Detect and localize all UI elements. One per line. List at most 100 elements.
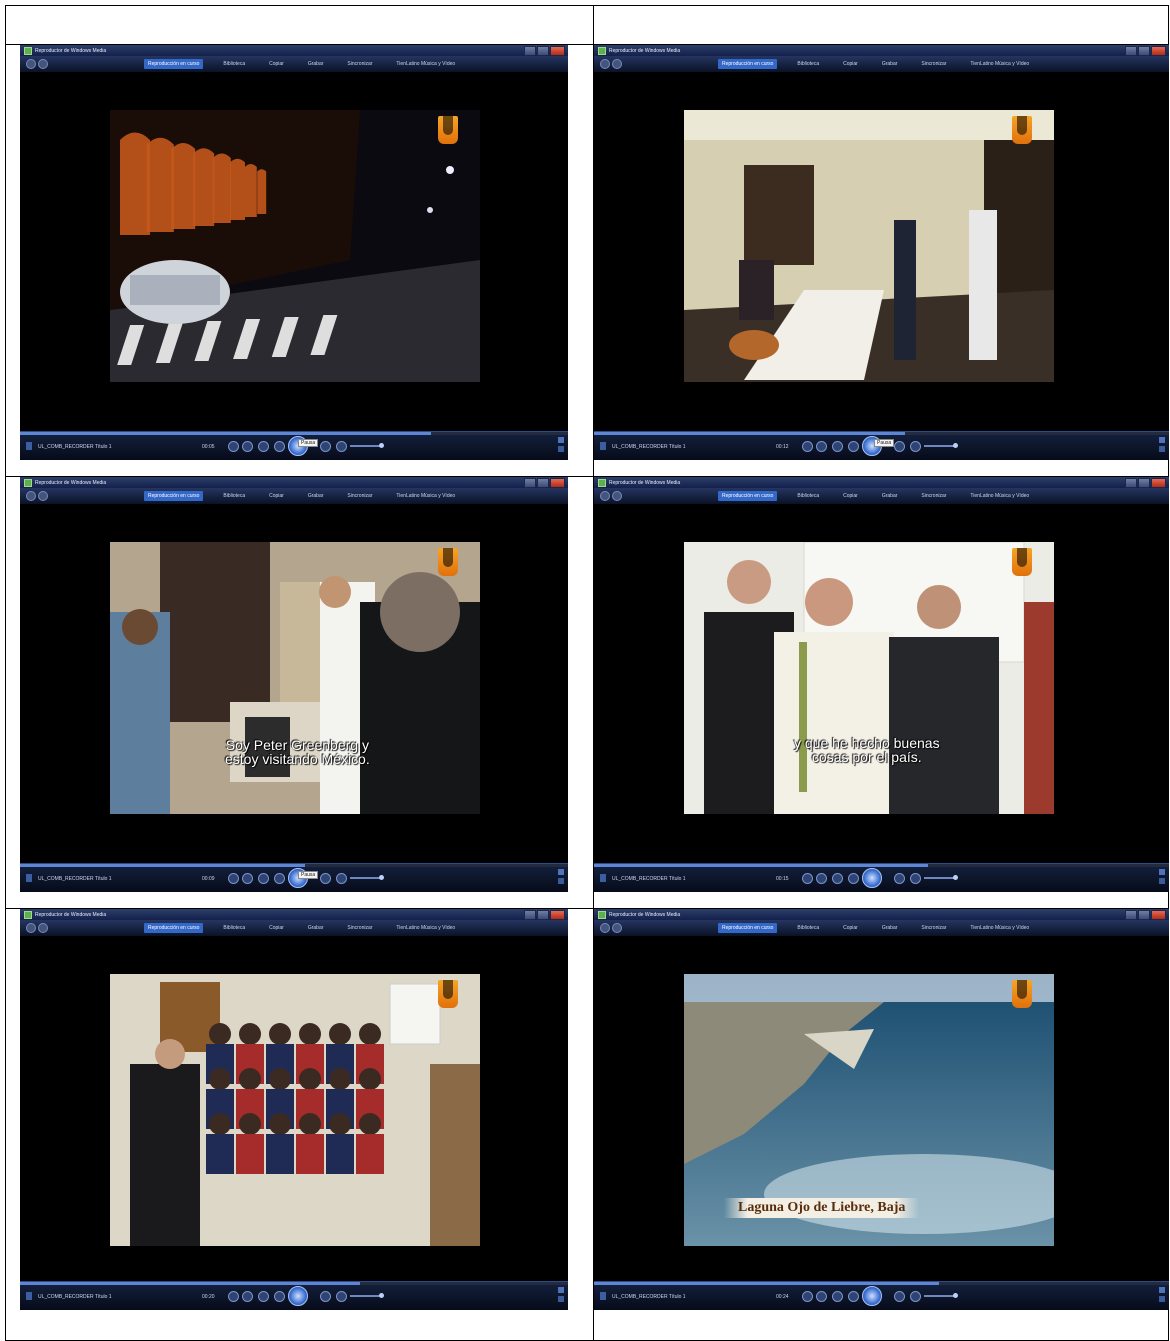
tab-4[interactable]: Sincronizar [343,923,376,933]
fullscreen-icon[interactable] [558,437,564,443]
seek-bar[interactable] [594,432,1169,435]
stop-icon[interactable] [832,441,843,452]
shuffle-icon[interactable] [228,1291,239,1302]
back-arrow-icon[interactable] [600,491,610,501]
stop-icon[interactable] [258,873,269,884]
maximize-button[interactable] [1138,46,1150,56]
tab-1[interactable]: Biblioteca [793,59,823,69]
compact-mode-icon[interactable] [558,446,564,452]
close-button[interactable] [1151,478,1166,488]
tab-0[interactable]: Reproducción en curso [718,59,778,69]
seek-bar[interactable] [594,864,1169,867]
video-area[interactable]: y que he hecho buenas cosas por el país. [594,504,1169,864]
maximize-button[interactable] [537,46,549,56]
video-area[interactable]: Laguna Ojo de Liebre, Baja [594,936,1169,1282]
compact-mode-icon[interactable] [1159,446,1165,452]
next-icon[interactable] [894,441,905,452]
minimize-button[interactable] [524,910,536,920]
maximize-button[interactable] [1138,478,1150,488]
tab-2[interactable]: Copiar [265,59,288,69]
next-icon[interactable] [320,441,331,452]
tab-2[interactable]: Copiar [265,491,288,501]
tab-3[interactable]: Grabar [878,59,902,69]
tab-5[interactable]: TienLatino Música y Vídeo [392,59,459,69]
previous-icon[interactable] [274,1291,285,1302]
compact-mode-icon[interactable] [1159,878,1165,884]
switch-to-library-icon[interactable] [26,1292,32,1300]
mute-icon[interactable] [336,873,347,884]
seek-bar[interactable] [20,432,568,435]
volume-slider[interactable] [350,443,384,448]
stop-icon[interactable] [258,1291,269,1302]
switch-to-library-icon[interactable] [600,1292,606,1300]
compact-mode-icon[interactable] [1159,1296,1165,1302]
tab-5[interactable]: TienLatino Música y Vídeo [966,59,1033,69]
stop-icon[interactable] [258,441,269,452]
close-button[interactable] [1151,46,1166,56]
tab-1[interactable]: Biblioteca [219,923,249,933]
minimize-button[interactable] [1125,910,1137,920]
minimize-button[interactable] [1125,46,1137,56]
forward-arrow-icon[interactable] [612,59,622,69]
tab-2[interactable]: Copiar [839,59,862,69]
volume-slider[interactable] [350,875,384,880]
next-icon[interactable] [894,1291,905,1302]
tab-0[interactable]: Reproducción en curso [144,923,204,933]
tab-3[interactable]: Grabar [304,59,328,69]
tab-4[interactable]: Sincronizar [917,923,950,933]
pause-button[interactable] [288,1286,308,1306]
stop-icon[interactable] [832,1291,843,1302]
minimize-button[interactable] [524,478,536,488]
tab-3[interactable]: Grabar [304,923,328,933]
close-button[interactable] [550,910,565,920]
tab-5[interactable]: TienLatino Música y Vídeo [392,923,459,933]
video-area[interactable] [594,72,1169,432]
seek-bar[interactable] [594,1282,1169,1285]
volume-knob[interactable] [379,1293,384,1298]
tab-1[interactable]: Biblioteca [793,491,823,501]
maximize-button[interactable] [537,478,549,488]
tab-4[interactable]: Sincronizar [343,491,376,501]
shuffle-icon[interactable] [228,441,239,452]
volume-knob[interactable] [379,875,384,880]
repeat-icon[interactable] [816,441,827,452]
close-button[interactable] [1151,910,1166,920]
shuffle-icon[interactable] [802,441,813,452]
repeat-icon[interactable] [242,873,253,884]
pause-button[interactable] [862,1286,882,1306]
compact-mode-icon[interactable] [558,1296,564,1302]
tab-0[interactable]: Reproducción en curso [144,491,204,501]
tab-0[interactable]: Reproducción en curso [718,491,778,501]
minimize-button[interactable] [524,46,536,56]
back-arrow-icon[interactable] [26,491,36,501]
tab-2[interactable]: Copiar [265,923,288,933]
forward-arrow-icon[interactable] [38,59,48,69]
volume-slider[interactable] [924,1293,958,1298]
fullscreen-icon[interactable] [1159,437,1165,443]
next-icon[interactable] [320,1291,331,1302]
volume-knob[interactable] [379,443,384,448]
video-area[interactable] [20,72,568,432]
mute-icon[interactable] [910,873,921,884]
tab-1[interactable]: Biblioteca [793,923,823,933]
volume-knob[interactable] [953,875,958,880]
tab-2[interactable]: Copiar [839,923,862,933]
fullscreen-icon[interactable] [1159,869,1165,875]
fullscreen-icon[interactable] [558,1287,564,1293]
mute-icon[interactable] [336,441,347,452]
video-area[interactable] [20,936,568,1282]
seek-bar[interactable] [20,864,568,867]
stop-icon[interactable] [832,873,843,884]
previous-icon[interactable] [848,873,859,884]
previous-icon[interactable] [848,1291,859,1302]
volume-knob[interactable] [953,443,958,448]
previous-icon[interactable] [848,441,859,452]
next-icon[interactable] [894,873,905,884]
repeat-icon[interactable] [242,441,253,452]
volume-slider[interactable] [924,443,958,448]
forward-arrow-icon[interactable] [38,491,48,501]
tab-5[interactable]: TienLatino Música y Vídeo [966,491,1033,501]
tab-3[interactable]: Grabar [304,491,328,501]
repeat-icon[interactable] [242,1291,253,1302]
volume-slider[interactable] [350,1293,384,1298]
